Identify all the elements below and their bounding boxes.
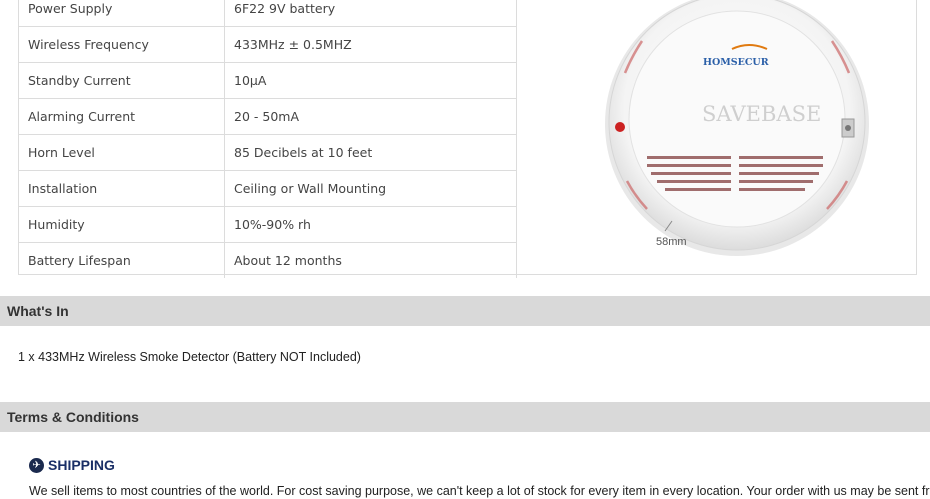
spec-table: Power Supply 6F22 9V battery Wireless Fr… xyxy=(19,0,517,278)
spec-label: Humidity xyxy=(19,206,225,243)
table-row: Alarming Current 20 - 50mA xyxy=(19,98,517,135)
shipping-heading: SHIPPING xyxy=(48,457,115,473)
spec-label: Standby Current xyxy=(19,62,225,99)
table-row: Horn Level 85 Decibels at 10 feet xyxy=(19,134,517,171)
brand-logo: HOMSECUR xyxy=(703,57,769,68)
spec-label: Installation xyxy=(19,170,225,207)
table-row: Wireless Frequency 433MHz ± 0.5MHZ xyxy=(19,26,517,63)
spec-label: Power Supply xyxy=(19,0,225,27)
terms-header: Terms & Conditions xyxy=(0,402,930,432)
smoke-detector-image: HOMSECUR SAVEBASE 58mm xyxy=(605,0,869,256)
dimension-label: 58mm xyxy=(656,236,687,248)
spec-value: 10μA xyxy=(224,62,517,99)
spec-value: About 12 months xyxy=(224,242,517,278)
whats-in-header: What's In xyxy=(0,296,930,326)
airplane-icon: ✈ xyxy=(29,457,44,473)
table-row: Humidity 10%-90% rh xyxy=(19,206,517,243)
spec-label: Battery Lifespan xyxy=(19,242,225,278)
table-row: Battery Lifespan About 12 months xyxy=(19,242,517,278)
table-row: Power Supply 6F22 9V battery xyxy=(19,0,517,27)
spec-value: 433MHz ± 0.5MHZ xyxy=(224,26,517,63)
spec-label: Wireless Frequency xyxy=(19,26,225,63)
table-row: Standby Current 10μA xyxy=(19,62,517,99)
spec-value: 85 Decibels at 10 feet xyxy=(224,134,517,171)
spec-value: Ceiling or Wall Mounting xyxy=(224,170,517,207)
spec-value: 10%-90% rh xyxy=(224,206,517,243)
spec-table-container: Power Supply 6F22 9V battery Wireless Fr… xyxy=(18,0,917,278)
watermark: SAVEBASE xyxy=(702,102,821,126)
spec-value: 20 - 50mA xyxy=(224,98,517,135)
spec-value: 6F22 9V battery xyxy=(224,0,517,27)
spec-label: Horn Level xyxy=(19,134,225,171)
shipping-title: ✈ SHIPPING xyxy=(29,455,115,475)
shipping-text: We sell items to most countries of the w… xyxy=(29,484,930,498)
table-row: Installation Ceiling or Wall Mounting xyxy=(19,170,517,207)
product-image-cell: HOMSECUR SAVEBASE 58mm xyxy=(517,0,916,274)
spec-label: Alarming Current xyxy=(19,98,225,135)
whats-in-text: 1 x 433MHz Wireless Smoke Detector (Batt… xyxy=(18,350,361,364)
